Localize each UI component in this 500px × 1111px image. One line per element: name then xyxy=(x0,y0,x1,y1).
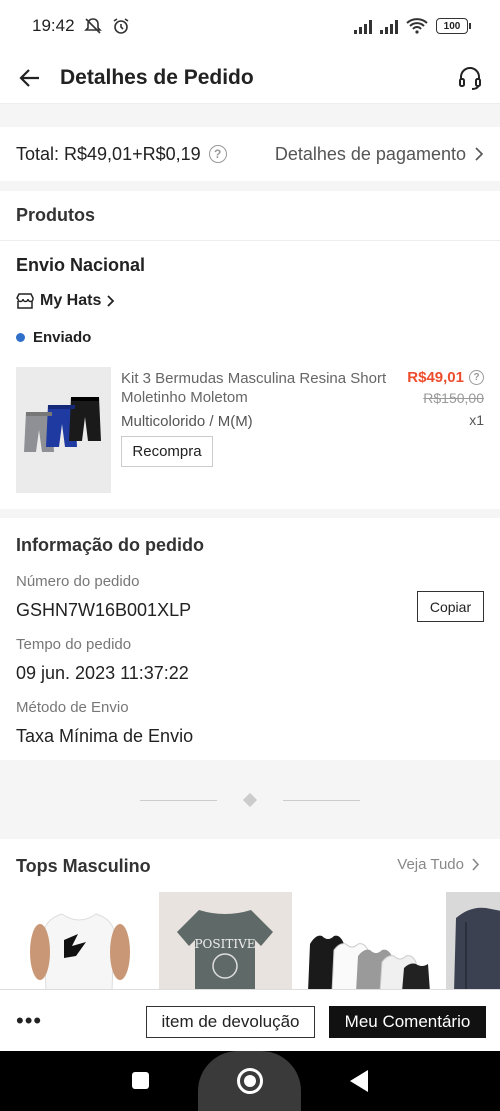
divider-line xyxy=(140,799,217,801)
order-info-title: Informação do pedido xyxy=(16,535,205,555)
app-header: Detalhes de Pedido xyxy=(0,52,500,104)
order-time-label: Tempo do pedido xyxy=(16,636,132,653)
home-button[interactable] xyxy=(237,1068,263,1094)
order-number: GSHN7W16B001XLP xyxy=(16,600,192,620)
back-arrow-icon xyxy=(19,68,39,87)
divider-diamond xyxy=(242,792,258,808)
shipment-status: Enviado xyxy=(16,329,91,346)
status-dot xyxy=(16,333,25,342)
help-icon[interactable]: ? xyxy=(208,145,227,163)
page-title: Detalhes de Pedido xyxy=(60,65,254,89)
more-options-button[interactable]: ••• xyxy=(16,1008,56,1034)
product-quantity: x1 xyxy=(469,412,484,428)
recommendations-section: Tops Masculino Veja Tudo POSITIVE xyxy=(0,839,500,989)
status-label: Enviado xyxy=(33,329,92,346)
recommendations-title: Tops Masculino xyxy=(16,856,151,876)
bottom-action-bar: ••• item de devolução Meu Comentário xyxy=(0,989,500,1051)
shipping-method-label: Método de Envio xyxy=(16,699,129,716)
payment-details-link[interactable]: Detalhes de pagamento xyxy=(275,144,484,165)
shop-name: My Hats xyxy=(40,292,102,309)
products-section: Produtos Envio Nacional My Hats Enviado … xyxy=(0,191,500,509)
shipping-type: Envio Nacional xyxy=(16,255,146,275)
order-time: 09 jun. 2023 11:37:22 xyxy=(16,663,189,683)
tank-set-image xyxy=(302,892,435,989)
price-value: R$49,01 xyxy=(407,369,464,386)
alarm-icon xyxy=(113,18,128,34)
product-card[interactable] xyxy=(302,892,435,989)
status-time: 19:42 xyxy=(32,16,75,35)
product-card[interactable]: POSITIVE xyxy=(159,892,292,989)
shorts-image xyxy=(16,367,111,493)
battery-icon: 100 xyxy=(436,18,471,34)
tank-top-image xyxy=(16,892,142,989)
product-card[interactable] xyxy=(446,892,500,989)
product-card[interactable] xyxy=(16,892,142,989)
back-nav-button[interactable] xyxy=(350,1070,368,1092)
payment-details-label: Detalhes de pagamento xyxy=(274,143,466,164)
tshirt-print-text: POSITIVE xyxy=(194,937,255,951)
see-all-label: Veja Tudo xyxy=(397,856,464,873)
mute-icon xyxy=(83,18,102,34)
signal-icon-2 xyxy=(380,18,398,34)
headset-icon xyxy=(459,66,481,90)
store-icon xyxy=(16,293,34,309)
shirt-image xyxy=(446,892,500,989)
back-button[interactable] xyxy=(0,52,60,104)
return-item-button[interactable]: item de devolução xyxy=(146,1006,315,1038)
total-bar: Total: R$49,01+R$0,19 ? Detalhes de paga… xyxy=(0,127,500,181)
copy-button[interactable]: Copiar xyxy=(417,591,484,622)
divider-line xyxy=(283,799,360,801)
order-number-label: Número do pedido xyxy=(16,573,140,590)
product-price: R$49,01 ? xyxy=(407,369,484,386)
chevron-right-icon xyxy=(472,858,480,871)
product-name[interactable]: Kit 3 Bermudas Masculina Resina Short Mo… xyxy=(121,369,396,407)
my-review-button[interactable]: Meu Comentário xyxy=(329,1006,486,1038)
products-title: Produtos xyxy=(0,191,500,241)
original-price: R$150,00 xyxy=(423,390,484,406)
product-variant: Multicolorido / M(M) xyxy=(121,413,253,430)
see-all-link[interactable]: Veja Tudo xyxy=(397,856,480,873)
signal-icon xyxy=(354,18,372,34)
order-info-section: Informação do pedido Número do pedido GS… xyxy=(0,518,500,760)
section-divider xyxy=(0,790,500,810)
status-bar: 19:42 100 xyxy=(0,0,500,52)
price-help-icon[interactable]: ? xyxy=(469,370,484,385)
wifi-icon xyxy=(406,18,428,34)
order-total: Total: R$49,01+R$0,19 xyxy=(16,143,201,164)
chevron-right-icon xyxy=(107,295,115,307)
recents-button[interactable] xyxy=(132,1072,149,1089)
product-image[interactable] xyxy=(16,367,111,493)
chevron-right-icon xyxy=(475,147,484,161)
shop-link[interactable]: My Hats xyxy=(16,292,115,310)
tshirt-image: POSITIVE xyxy=(159,892,292,989)
support-button[interactable] xyxy=(440,52,500,104)
system-nav-bar xyxy=(0,1051,500,1111)
shipping-method: Taxa Mínima de Envio xyxy=(16,726,194,746)
rebuy-button[interactable]: Recompra xyxy=(121,436,213,467)
